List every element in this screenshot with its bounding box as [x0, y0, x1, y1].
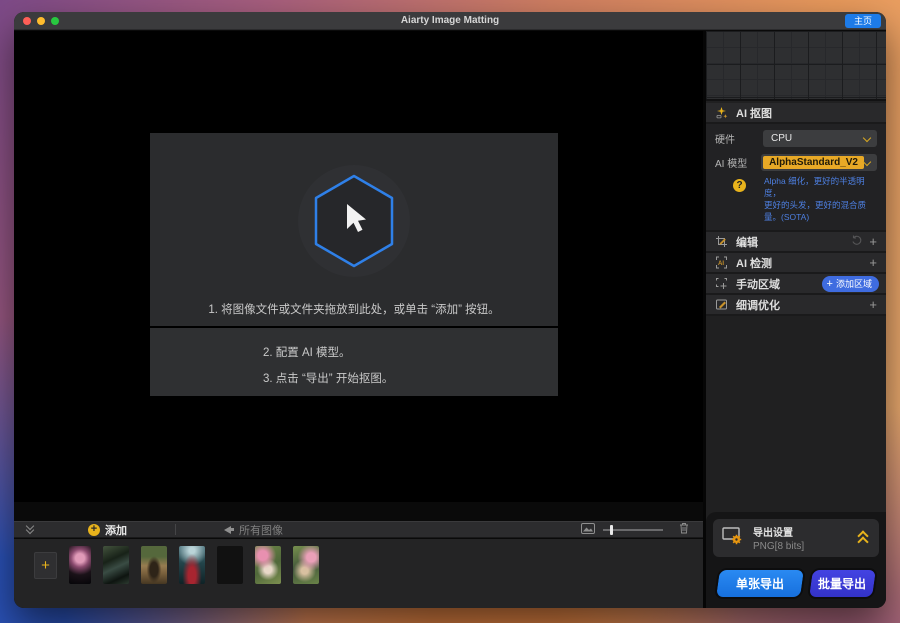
expand-edit-icon[interactable]: + [869, 234, 877, 249]
thumbnail-zoom-slider[interactable] [603, 524, 663, 535]
panel-edit[interactable]: 编辑 + [706, 232, 886, 253]
thumbnail-garden-portrait[interactable] [293, 546, 319, 584]
add-images-button[interactable]: + 添加 [88, 522, 127, 538]
thumbnail-flower-bouquet[interactable] [217, 546, 243, 584]
expand-ai-detect-icon[interactable]: + [869, 255, 877, 270]
model-select[interactable]: AlphaStandard_V2 [761, 154, 877, 171]
export-area: 导出设置 PNG[8 bits] 单张导出 批量导出 [706, 512, 886, 608]
preview-grid [706, 31, 886, 101]
window-title: Aiarty Image Matting [400, 15, 500, 26]
hardware-label: 硬件 [715, 135, 735, 146]
sidebar: AI 抠图 硬件 CPU AI 模型 AlphaStandard_V2 ? Al… [703, 31, 886, 608]
close-window-button[interactable] [23, 16, 31, 25]
drop-instruction-1: 1. 将图像文件或文件夹拖放到此处，或单击 “添加” 按钮。 [208, 304, 500, 316]
toolbar-divider [175, 524, 176, 535]
thumbnail-size-icon [581, 521, 595, 539]
export-settings-box[interactable]: 导出设置 PNG[8 bits] [713, 519, 879, 557]
help-icon[interactable]: ? [733, 179, 746, 192]
filmstrip-toolbar: + 添加 所有图像 [14, 521, 703, 538]
ai-detect-icon: AI [715, 256, 728, 269]
panel-ai-detect[interactable]: AI AI 检测 + [706, 253, 886, 274]
add-plus-icon: + [88, 523, 100, 536]
export-format-value: PNG[8 bits] [753, 541, 805, 552]
model-label: AI 模型 [715, 159, 748, 170]
instructions-panel: 2. 配置 AI 模型。 3. 点击 “导出” 开始抠图。 [150, 328, 558, 396]
zoom-window-button[interactable] [51, 16, 59, 25]
chevron-down-icon [864, 135, 871, 142]
panel-fine-tune[interactable]: 细调优化 + [706, 295, 886, 316]
thumbnail-jellyfish[interactable] [69, 546, 91, 584]
add-region-button[interactable]: + 添加区域 [821, 275, 879, 292]
slider-handle[interactable] [610, 524, 613, 535]
panel-edit-label: 编辑 [736, 236, 758, 249]
panel-manual-region[interactable]: 手动区域 + 添加区域 [706, 274, 886, 295]
hardware-select[interactable]: CPU [763, 130, 877, 147]
image-canvas: 1. 将图像文件或文件夹拖放到此处，或单击 “添加” 按钮。 2. 配置 AI … [14, 31, 703, 608]
title-bar: Aiarty Image Matting 主页 [14, 12, 886, 30]
minimize-window-button[interactable] [37, 16, 45, 25]
collapse-export-settings-icon[interactable] [857, 530, 869, 548]
thumbnail-rose-garden[interactable] [255, 546, 281, 584]
panel-manual-region-label: 手动区域 [736, 278, 780, 291]
panel-fine-tune-label: 细调优化 [736, 299, 780, 312]
thumbnail-bicycle-forest[interactable] [141, 546, 167, 584]
drop-instruction-2: 2. 配置 AI 模型。 [263, 347, 351, 359]
export-single-button[interactable]: 单张导出 [713, 568, 807, 599]
ai-matting-header[interactable]: AI 抠图 [706, 103, 886, 124]
drop-zone[interactable]: 1. 将图像文件或文件夹拖放到此处，或单击 “添加” 按钮。 [150, 133, 558, 326]
trash-icon[interactable] [679, 521, 689, 539]
fine-tune-icon [715, 298, 728, 311]
traffic-lights [23, 16, 59, 25]
thumbnail-red-dress[interactable] [179, 546, 205, 584]
svg-text:AI: AI [718, 261, 724, 267]
thumbnail-dark-collage[interactable] [103, 546, 129, 584]
edit-icon [715, 235, 728, 248]
back-arrow-icon [224, 525, 234, 534]
app-window: Aiarty Image Matting 主页 1. 将图像文件或文件夹拖放到此… [14, 12, 886, 608]
expand-fine-tune-icon[interactable]: + [869, 297, 877, 312]
ai-matting-label: AI 抠图 [736, 107, 773, 120]
chevron-down-icon [864, 159, 871, 166]
model-value: AlphaStandard_V2 [763, 156, 864, 169]
export-batch-button[interactable]: 批量导出 [807, 568, 879, 599]
collapse-filmstrip-icon[interactable] [25, 521, 36, 535]
add-image-tile[interactable]: + [34, 551, 57, 579]
crosshair-plus-icon: + [826, 277, 833, 290]
drop-instruction-3: 3. 点击 “导出” 开始抠图。 [263, 373, 394, 385]
manual-region-icon [715, 277, 728, 290]
all-images-button[interactable]: 所有图像 [224, 522, 283, 538]
ai-matting-icon [715, 106, 728, 119]
panel-ai-detect-label: AI 检测 [736, 257, 773, 270]
export-settings-icon [722, 526, 744, 551]
home-button[interactable]: 主页 [844, 14, 881, 28]
hardware-value: CPU [771, 133, 793, 144]
export-settings-title: 导出设置 [753, 528, 793, 539]
ai-matting-body: 硬件 CPU AI 模型 AlphaStandard_V2 ? Alpha 细化… [706, 124, 886, 232]
model-hint: Alpha 细化，更好的半透明度， 更好的头发，更好的混合质量。(SOTA) [764, 176, 867, 222]
drop-cursor-icon [311, 173, 397, 269]
filmstrip: + [14, 539, 703, 608]
reset-icon[interactable] [851, 234, 863, 249]
